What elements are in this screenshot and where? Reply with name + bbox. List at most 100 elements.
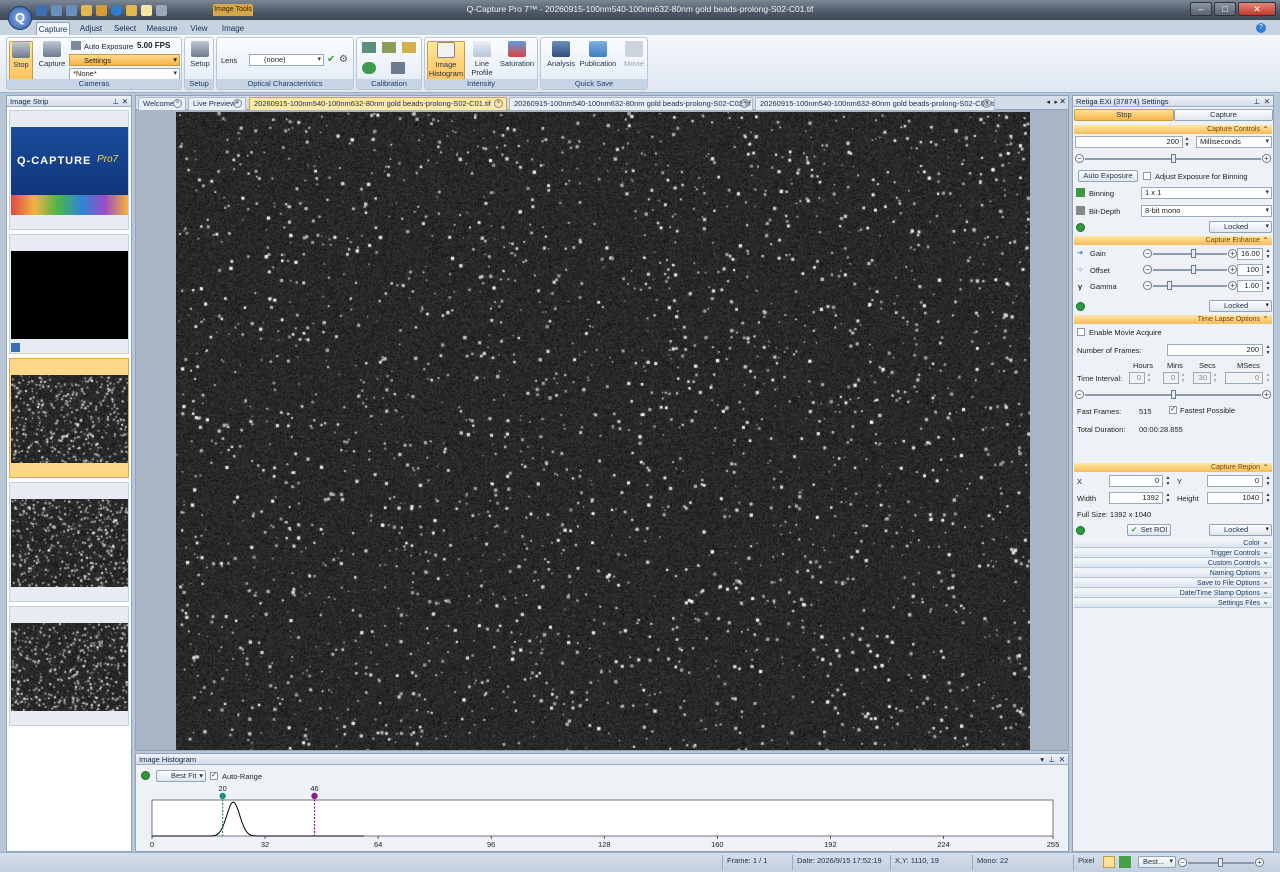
section-date-time-stamp[interactable]: Date/Time Stamp Options <box>1074 587 1272 598</box>
gamma-slider[interactable]: − + <box>1143 281 1237 291</box>
close-icon[interactable]: × <box>740 99 749 108</box>
gain-slider[interactable]: − + <box>1143 249 1237 259</box>
reset-icon[interactable] <box>1076 526 1085 535</box>
capture-tab-button[interactable]: Capture <box>1174 109 1273 121</box>
pin-icon[interactable]: ⊥ <box>1253 96 1260 107</box>
strip-thumb-c01[interactable] <box>9 358 129 478</box>
close-icon[interactable]: × <box>233 99 242 108</box>
slider-thumb[interactable] <box>1190 249 1196 258</box>
auto-range-checkbox[interactable]: ✓ <box>210 772 218 780</box>
binning-select[interactable]: 1 x 1 <box>1141 187 1272 199</box>
exposure-slider[interactable]: − + <box>1075 154 1271 164</box>
strip-thumb-splash[interactable]: Q-CAPTURE Pro7 <box>9 110 129 230</box>
calibrate-icon[interactable] <box>362 42 376 53</box>
minus-icon[interactable]: − <box>1075 154 1084 163</box>
exposure-spinner[interactable]: ▲ ▼ <box>1183 136 1191 148</box>
interval-msecs-input[interactable]: 0 <box>1225 372 1263 384</box>
plus-icon[interactable]: + <box>1228 281 1237 290</box>
frames-spinner[interactable]: ▲ ▼ <box>1264 344 1272 356</box>
gain-input[interactable]: 16.00 <box>1237 248 1263 260</box>
tab-select[interactable]: Select <box>110 22 140 35</box>
calibrate-image-icon[interactable] <box>382 42 396 53</box>
gear-icon[interactable]: ⚙ <box>339 54 348 65</box>
close-icon[interactable]: ✕ <box>1264 96 1270 107</box>
setup-button[interactable]: Setup <box>187 41 213 68</box>
movie-button[interactable]: Movie <box>621 41 647 68</box>
line-profile-button[interactable]: Line Profile <box>469 41 495 77</box>
analysis-button[interactable]: Analysis <box>545 41 577 68</box>
section-settings-files[interactable]: Settings Files <box>1074 597 1272 608</box>
msecs-spinner[interactable]: ▲ ▼ <box>1264 372 1272 384</box>
plus-icon[interactable]: + <box>1228 249 1237 258</box>
minus-icon[interactable]: − <box>1143 265 1152 274</box>
tab-adjust[interactable]: Adjust <box>74 22 108 35</box>
gamma-spinner[interactable]: ▲ ▼ <box>1264 280 1272 292</box>
pin-icon[interactable]: ⊥ <box>112 96 119 107</box>
refresh-icon[interactable] <box>141 771 150 780</box>
interval-hours-input[interactable]: 0 <box>1129 372 1145 384</box>
height-input[interactable]: 1040 <box>1207 492 1263 504</box>
slider-thumb[interactable] <box>1218 858 1223 867</box>
maximize-button[interactable]: □ <box>1214 2 1236 16</box>
slider-thumb[interactable] <box>1170 154 1176 163</box>
interval-mins-input[interactable]: 0 <box>1163 372 1179 384</box>
settings-button[interactable]: Settings ▾ <box>69 54 180 66</box>
doc-tab-welcome[interactable]: Welcome × <box>138 97 186 110</box>
minus-icon[interactable]: − <box>1143 281 1152 290</box>
slider-thumb[interactable] <box>1170 390 1176 399</box>
refresh-icon[interactable] <box>362 62 376 74</box>
auto-exposure-button[interactable]: Auto Exposure <box>84 42 133 51</box>
close-icon[interactable]: ✕ <box>122 96 128 107</box>
grid-view-icon[interactable] <box>1119 856 1131 868</box>
scroll-left-icon[interactable]: ◂ <box>1046 98 1050 106</box>
y-input[interactable]: 0 <box>1207 475 1263 487</box>
section-trigger-controls[interactable]: Trigger Controls <box>1074 547 1272 558</box>
slider-thumb[interactable] <box>1190 265 1196 274</box>
tab-image[interactable]: Image <box>216 22 250 35</box>
pin-icon[interactable]: ⊥ <box>1048 754 1055 765</box>
offset-spinner[interactable]: ▲ ▼ <box>1264 264 1272 276</box>
scroll-right-icon[interactable]: ▸ <box>1054 98 1058 106</box>
fastest-possible-checkbox[interactable]: ✓ <box>1169 406 1177 414</box>
plus-icon[interactable]: + <box>1262 390 1271 399</box>
interval-secs-input[interactable]: 30 <box>1193 372 1211 384</box>
image-histogram-button[interactable]: Image Histogram <box>427 41 465 81</box>
doc-tab-c03[interactable]: 20260915-100nm540-100nm632-80nm gold bea… <box>755 97 995 110</box>
fit-select[interactable]: Best Fit ▾ <box>156 770 206 782</box>
height-spinner[interactable]: ▲ ▼ <box>1264 492 1272 504</box>
reset-icon[interactable] <box>1076 223 1085 232</box>
stop-button[interactable]: Stop <box>9 41 33 81</box>
mins-spinner[interactable]: ▲ ▼ <box>1179 372 1187 384</box>
section-capture-enhance[interactable]: Capture Enhance <box>1074 236 1272 245</box>
x-input[interactable]: 0 <box>1109 475 1163 487</box>
capture-enhance-locked-select[interactable]: Locked <box>1209 300 1272 312</box>
minus-icon[interactable]: − <box>1143 249 1152 258</box>
section-save-to-file[interactable]: Save to File Options <box>1074 577 1272 588</box>
dropdown-icon[interactable]: ▾ <box>1040 754 1044 765</box>
close-icon[interactable]: ✕ <box>1059 754 1065 765</box>
apply-lens-icon[interactable]: ✔ <box>327 54 335 65</box>
hours-spinner[interactable]: ▲ ▼ <box>1145 372 1153 384</box>
adjust-binning-checkbox[interactable] <box>1143 172 1151 180</box>
frames-input[interactable]: 200 <box>1167 344 1263 356</box>
y-spinner[interactable]: ▲ ▼ <box>1264 475 1272 487</box>
section-capture-region[interactable]: Capture Region <box>1074 463 1272 472</box>
reset-icon[interactable] <box>1076 302 1085 311</box>
offset-slider[interactable]: − + <box>1143 265 1237 275</box>
tab-capture[interactable]: Capture <box>36 22 70 35</box>
close-icon[interactable]: × <box>173 99 182 108</box>
offset-input[interactable]: 100 <box>1237 264 1263 276</box>
section-capture-controls[interactable]: Capture Controls <box>1074 125 1272 134</box>
x-spinner[interactable]: ▲ ▼ <box>1164 475 1172 487</box>
close-icon[interactable]: × <box>494 99 503 108</box>
tab-measure[interactable]: Measure <box>144 22 180 35</box>
doc-tab-live-preview[interactable]: Live Preview* × <box>188 97 246 110</box>
close-button[interactable]: ✕ <box>1238 2 1276 16</box>
auto-exposure-button[interactable]: Auto Exposure <box>1078 170 1138 182</box>
exposure-input[interactable]: 200 <box>1075 136 1183 148</box>
section-custom-controls[interactable]: Custom Controls <box>1074 557 1272 568</box>
main-image-view[interactable] <box>176 112 1030 750</box>
zoom-slider[interactable]: − + <box>1178 858 1264 868</box>
plus-icon[interactable]: + <box>1228 265 1237 274</box>
publication-button[interactable]: Publication <box>579 41 617 68</box>
